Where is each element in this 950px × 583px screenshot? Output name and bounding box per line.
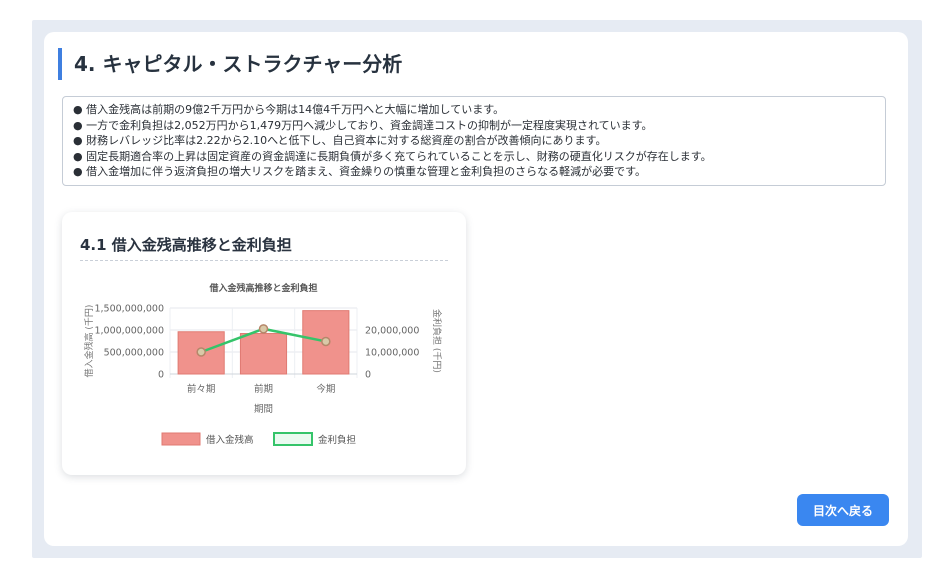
combo-chart: 借入金残高推移と金利負担 0 500,000,000 1,000,000,000 1,5… [83,282,443,446]
chart-card: 4.1 借入金残高推移と金利負担 借入金残高推移と金利負担 0 500,000,00… [62,212,466,475]
summary-text: 財務レバレッジ比率は2.22から2.10へと低下し、自己資本に対する総資産の割合… [86,134,607,148]
x-axis-label: 期間 [254,404,273,415]
y2-tick-label: 20,000,000 [365,326,419,337]
summary-text: 借入金増加に伴う返済負担の増大リスクを踏まえ、資金繰りの慎重な管理と金利負担のさ… [86,165,647,179]
y-tick-label: 500,000,000 [104,348,164,359]
bullet-icon: ● [73,118,83,132]
x-tick-label: 前期 [254,383,273,395]
bar-前期 [239,333,288,375]
bullet-icon: ● [73,134,83,148]
page-title: 4. キャピタル・ストラクチャー分析 [58,48,402,80]
legend-swatch-line [273,432,313,446]
summary-line: ● 借入金増加に伴う返済負担の増大リスクを踏まえ、資金繰りの慎重な管理と金利負担… [73,164,875,180]
chart-title: 借入金残高推移と金利負担 [208,282,317,294]
interest-point [258,324,269,334]
summary-line: ● 借入金残高は前期の9億2千万円から今期は14億4千万円へと大幅に増加していま… [73,102,875,118]
legend-label: 借入金残高 [206,434,254,446]
bullet-icon: ● [73,149,83,163]
x-tick-label: 今期 [316,383,335,395]
y2-tick-label: 10,000,000 [365,348,419,359]
y2-axis-label: 金利負担 (千円) [431,309,443,373]
y-tick-label: 1,500,000,000 [94,304,164,315]
y2-tick-label: 0 [365,370,371,381]
summary-line: ● 固定長期適合率の上昇は固定資産の資金調達に長期負債が多く充てられていることを… [73,149,875,165]
y-tick-label: 0 [158,370,164,381]
interest-point [196,347,206,357]
legend-label: 金利負担 [318,434,357,446]
bullet-icon: ● [73,165,83,179]
y-tick-label: 1,000,000,000 [94,326,164,337]
bullet-icon: ● [73,103,83,116]
legend-swatch-bar [161,432,201,446]
summary-box: ● 借入金残高は前期の9億2千万円から今期は14億4千万円へと大幅に増加していま… [62,96,886,186]
summary-line: ● 財務レバレッジ比率は2.22から2.10へと低下し、自己資本に対する総資産の… [73,133,875,149]
summary-line: ● 一方で金利負担は2,052万円から1,479万円へ減少しており、資金調達コス… [73,118,875,134]
summary-text: 借入金残高は前期の9億2千万円から今期は14億4千万円へと大幅に増加しています。 [86,103,505,116]
summary-text: 固定長期適合率の上昇は固定資産の資金調達に長期負債が多く充てられていることを示し… [86,149,712,163]
back-to-contents-button[interactable]: 目次へ戻る [797,494,889,526]
x-tick-label: 前々期 [187,383,216,395]
y-axis-label: 借入金残高 (千円) [83,305,95,378]
summary-text: 一方で金利負担は2,052万円から1,479万円へ減少しており、資金調達コストの… [86,118,653,132]
interest-point [321,336,331,347]
